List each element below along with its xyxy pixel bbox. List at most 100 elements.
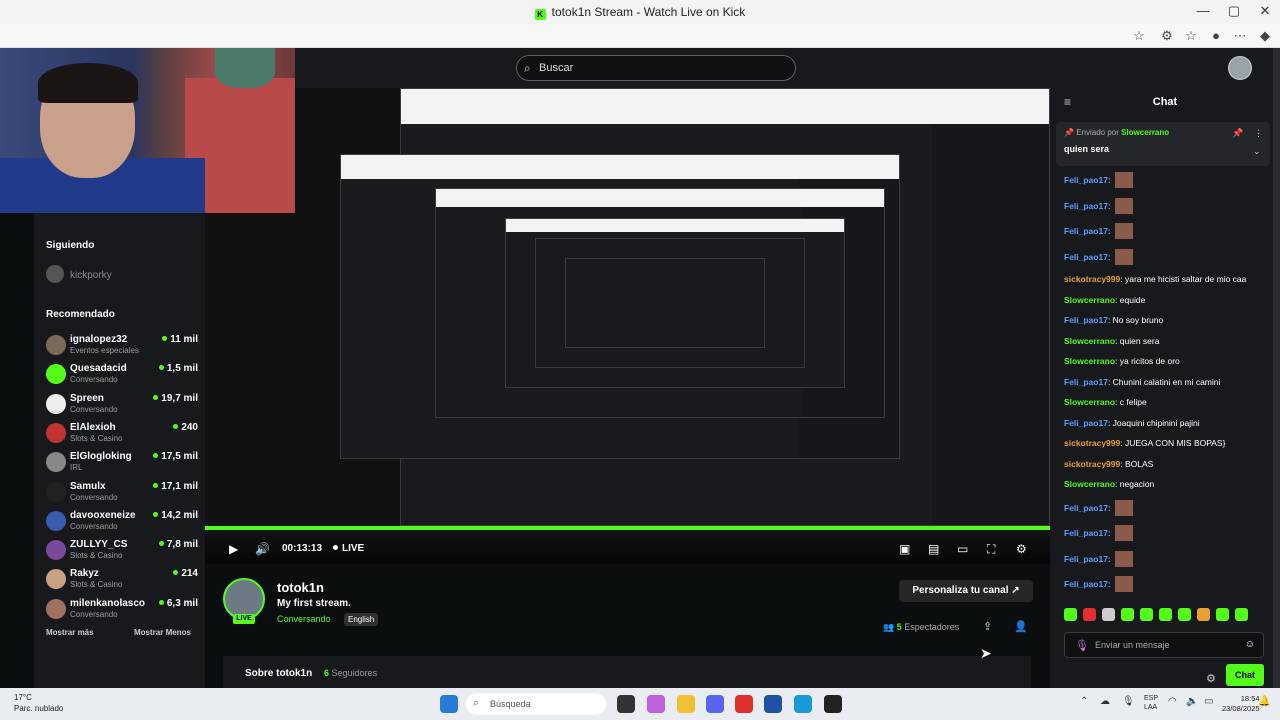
scrollbar[interactable]: [1273, 48, 1280, 688]
file-explorer-icon[interactable]: [677, 695, 695, 713]
video-player[interactable]: ▶ 🔊 00:13:13 LIVE ▣ ▤ ▭ ⛶ ⚙: [205, 88, 1050, 564]
chat-username[interactable]: sickotracy999: [1064, 459, 1120, 469]
microphone-icon[interactable]: 🎙: [1075, 639, 1089, 652]
notification-icon[interactable]: 🔔: [1258, 696, 1270, 707]
customize-channel-button[interactable]: Personaliza tu canal ↗: [899, 580, 1033, 602]
channel-name[interactable]: totok1n: [277, 580, 324, 595]
chat-username[interactable]: sickotracy999: [1064, 274, 1120, 284]
store-icon[interactable]: [764, 695, 782, 713]
following-item[interactable]: kickporky: [46, 265, 112, 283]
video-progress-bar[interactable]: [205, 526, 1050, 530]
show-more-button[interactable]: Mostrar más: [46, 628, 94, 637]
chat-username[interactable]: Slowcerrano: [1064, 479, 1115, 489]
chat-settings-icon[interactable]: ⚙: [1206, 672, 1216, 685]
wifi-icon[interactable]: ◠: [1168, 696, 1177, 707]
extensions-icon[interactable]: ⚙: [1157, 28, 1177, 44]
user-add-icon[interactable]: 👤: [1014, 620, 1028, 633]
user-avatar[interactable]: [1228, 56, 1252, 80]
battery-icon[interactable]: ▭: [1204, 696, 1213, 707]
emote-icon[interactable]: [1064, 608, 1077, 621]
chevron-down-icon[interactable]: ⌄: [1253, 146, 1261, 157]
chat-send-button[interactable]: Chat: [1226, 664, 1264, 686]
speaker-icon[interactable]: 🔈: [1186, 696, 1198, 707]
chat-username[interactable]: sickotracy999: [1064, 438, 1120, 448]
volume-icon[interactable]: 🔊: [255, 542, 270, 556]
network-icon[interactable]: ☁: [1100, 696, 1110, 707]
theater-icon[interactable]: ▭: [957, 542, 968, 556]
sidebar-channel-item[interactable]: Quesadacid Conversando 1,5 mil: [46, 360, 198, 388]
profile-icon[interactable]: ●: [1206, 28, 1226, 43]
share-icon[interactable]: ⇪: [983, 620, 992, 633]
emote-icon[interactable]: [1102, 608, 1115, 621]
sidebar-channel-item[interactable]: ElAlexioh Slots & Casino 240: [46, 419, 198, 447]
search-input[interactable]: [539, 58, 779, 78]
chat-username[interactable]: Slowcerrano: [1064, 356, 1115, 366]
language-indicator[interactable]: ESP LAA: [1144, 694, 1158, 712]
obs-icon[interactable]: [824, 695, 842, 713]
unpin-icon[interactable]: 📌: [1232, 128, 1243, 139]
emoji-icon[interactable]: ☺: [1245, 639, 1255, 650]
emote-icon[interactable]: [1235, 608, 1248, 621]
sidebar-channel-item[interactable]: Samulx Conversando 17,1 mil: [46, 478, 198, 506]
maximize-button[interactable]: ▢: [1219, 3, 1249, 19]
chat-username[interactable]: Feli_pao17: [1064, 528, 1108, 538]
star-icon[interactable]: ☆: [1129, 28, 1149, 44]
edge-icon[interactable]: [794, 695, 812, 713]
sidebar-channel-item[interactable]: Spreen Conversando 19,7 mil: [46, 390, 198, 418]
emote-icon[interactable]: [1121, 608, 1134, 621]
pip-icon[interactable]: ▣: [899, 542, 910, 556]
clip-icon[interactable]: ▤: [928, 542, 939, 556]
task-view-icon[interactable]: [617, 695, 635, 713]
chat-input-box[interactable]: 🎙 ☺: [1064, 632, 1264, 658]
chat-username[interactable]: Slowcerrano: [1064, 295, 1115, 305]
search-bar[interactable]: ⌕: [516, 55, 796, 81]
copilot-app-icon[interactable]: [647, 695, 665, 713]
chevron-up-icon[interactable]: ⌃: [1080, 696, 1088, 707]
emote-icon[interactable]: [1197, 608, 1210, 621]
chat-input[interactable]: [1095, 637, 1235, 653]
sidebar-channel-item[interactable]: davooxeneize Conversando 14,2 mil: [46, 507, 198, 535]
weather-widget[interactable]: 17°C Parc. nublado: [14, 692, 63, 714]
sidebar-channel-item[interactable]: Rakyz Slots & Casino 214: [46, 565, 198, 593]
pinned-menu-icon[interactable]: ⋮: [1254, 128, 1263, 139]
fullscreen-icon[interactable]: ⛶: [987, 542, 995, 557]
show-less-button[interactable]: Mostrar Menos: [134, 628, 191, 637]
chat-username[interactable]: Feli_pao17: [1064, 377, 1108, 387]
chat-username[interactable]: Slowcerrano: [1064, 397, 1115, 407]
emote-icon[interactable]: [1159, 608, 1172, 621]
stream-category[interactable]: Conversando: [277, 614, 331, 624]
mic-tray-icon[interactable]: 🎙: [1122, 696, 1135, 707]
chat-username[interactable]: Feli_pao17: [1064, 252, 1108, 262]
chat-username[interactable]: Feli_pao17: [1064, 175, 1108, 185]
emote-icon[interactable]: [1216, 608, 1229, 621]
discord-icon[interactable]: [706, 695, 724, 713]
chat-username[interactable]: Feli_pao17: [1064, 418, 1108, 428]
chat-username[interactable]: Feli_pao17: [1064, 579, 1108, 589]
sidebar-channel-item[interactable]: milenkanolasco Conversando 6,3 mil: [46, 595, 198, 623]
play-icon[interactable]: ▶: [229, 542, 238, 556]
opera-icon[interactable]: [735, 695, 753, 713]
emote-icon[interactable]: [1140, 608, 1153, 621]
favorites-icon[interactable]: ☆: [1181, 28, 1201, 44]
pinned-message[interactable]: 📌 Enviado por Slowcerrano quien sera 📌 ⋮…: [1056, 122, 1270, 166]
taskbar-search[interactable]: ⌕ Búsqueda: [466, 693, 606, 715]
chat-username[interactable]: Feli_pao17: [1064, 226, 1108, 236]
language-tag[interactable]: English: [344, 613, 379, 626]
chat-username[interactable]: Slowcerrano: [1064, 336, 1115, 346]
more-menu-icon[interactable]: ⋯: [1230, 28, 1250, 44]
sidebar-channel-item[interactable]: ZULLYY_CS Slots & Casino 7,8 mil: [46, 536, 198, 564]
copilot-icon[interactable]: ◆: [1255, 28, 1275, 44]
chat-username[interactable]: Feli_pao17: [1064, 315, 1108, 325]
emote-icon[interactable]: [1083, 608, 1096, 621]
chat-username[interactable]: Feli_pao17: [1064, 554, 1108, 564]
chat-username[interactable]: Feli_pao17: [1064, 503, 1108, 513]
windows-start-icon[interactable]: [440, 695, 458, 713]
settings-icon[interactable]: ⚙: [1016, 542, 1027, 556]
sidebar-channel-item[interactable]: ignalopez32 Eventos especiales 11 mil: [46, 331, 198, 359]
close-button[interactable]: ✕: [1250, 3, 1280, 19]
chat-username[interactable]: Feli_pao17: [1064, 201, 1108, 211]
sidebar-channel-item[interactable]: ElGlogloking IRL 17,5 mil: [46, 448, 198, 476]
minimize-button[interactable]: —: [1188, 3, 1218, 18]
emote-icon[interactable]: [1178, 608, 1191, 621]
clock[interactable]: 18:54 23/08/2025: [1222, 694, 1260, 714]
